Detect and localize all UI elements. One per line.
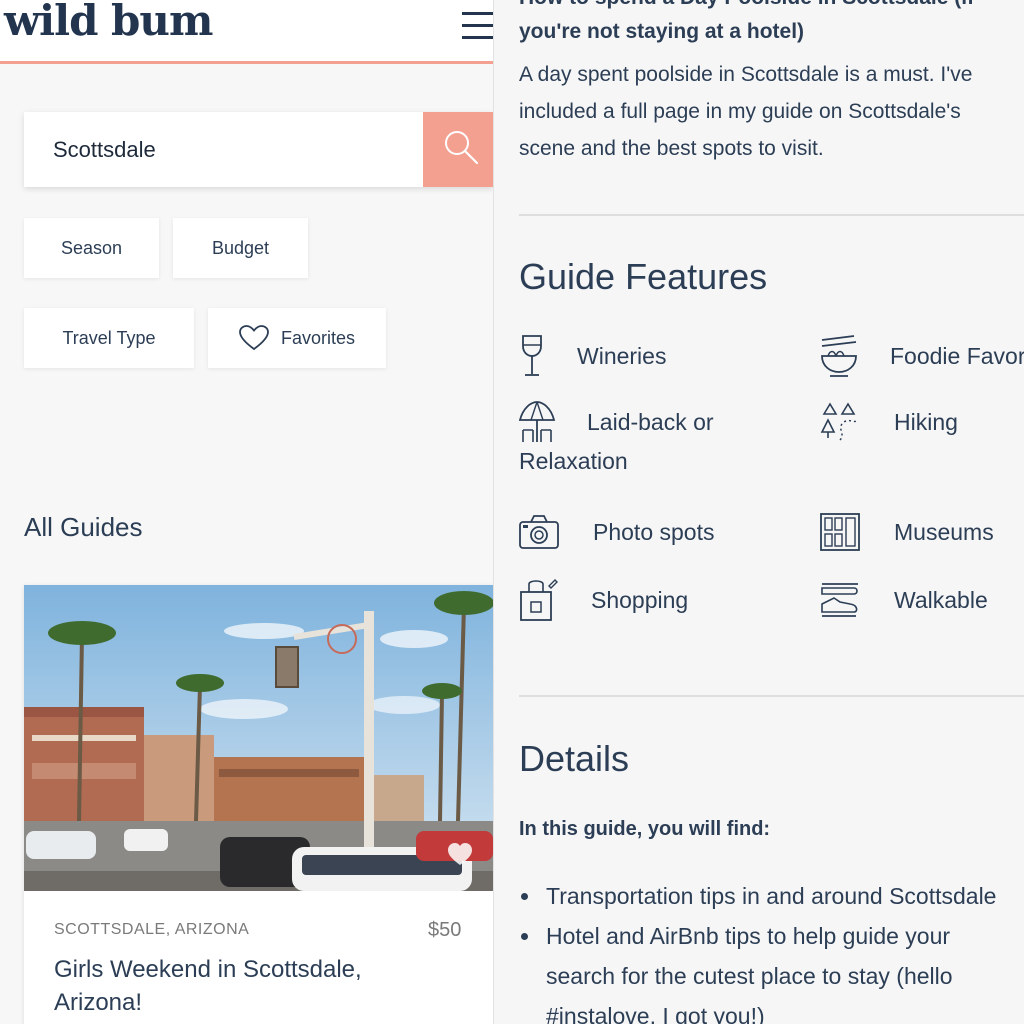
site-logo[interactable]: wild bum xyxy=(4,0,213,45)
left-panel: wild bum Season Budget Travel Type Favor… xyxy=(0,0,493,1024)
feature-foodie-label: Foodie Favorites xyxy=(890,342,1024,369)
camera-icon xyxy=(519,515,559,549)
hamburger-menu-icon[interactable] xyxy=(462,12,493,39)
search-button[interactable] xyxy=(423,112,493,187)
travel-type-filter-button[interactable]: Travel Type xyxy=(24,308,194,368)
section-divider xyxy=(519,214,1024,216)
details-bullet-item: Hotel and AirBnb tips to help guide your… xyxy=(519,916,1024,1024)
details-heading: Details xyxy=(519,738,630,779)
search-icon xyxy=(445,131,479,165)
feature-laid-back: Laid-back or xyxy=(519,400,714,444)
details-bullet-list: Transportation tips in and around Scotts… xyxy=(519,876,1024,1024)
wine-glass-icon xyxy=(522,335,542,376)
intro-paragraph: A day spent poolside in Scottsdale is a … xyxy=(519,63,973,160)
site-header: wild bum xyxy=(0,0,493,64)
heart-icon xyxy=(239,325,269,351)
favorites-filter-button[interactable]: Favorites xyxy=(208,308,386,368)
budget-filter-label: Budget xyxy=(211,237,270,258)
intro-heading-tail: you're not staying at a hotel) xyxy=(519,20,805,43)
hiking-trail-icon xyxy=(820,402,859,441)
feature-shopping: Shopping xyxy=(519,578,688,622)
feature-wineries-label: Wineries xyxy=(577,342,667,369)
feature-foodie-favorites: Foodie Favorites xyxy=(820,334,1024,378)
feature-photo-spots-label: Photo spots xyxy=(593,518,715,545)
travel-type-filter-label: Travel Type xyxy=(62,327,156,348)
section-divider xyxy=(519,695,1024,697)
feature-wineries: Wineries xyxy=(519,334,666,378)
details-bullet-item: Transportation tips in and around Scotts… xyxy=(519,876,1024,916)
feature-hiking: Hiking xyxy=(820,400,958,444)
guide-card-title[interactable]: Girls Weekend in Scottsdale, Arizona! xyxy=(54,953,454,1019)
budget-filter-button[interactable]: Budget xyxy=(173,218,308,278)
favorites-filter-label: Favorites xyxy=(280,327,356,348)
guide-card-location: SCOTTSDALE, ARIZONA xyxy=(54,921,250,938)
guide-card-price: $50 xyxy=(428,919,462,941)
guide-card[interactable]: SCOTTSDALE, ARIZONA $50 Girls Weekend in… xyxy=(24,585,493,1024)
right-panel: How to spend a Day Poolside in Scottsdal… xyxy=(493,0,1024,1024)
feature-museums: Museums xyxy=(820,510,994,554)
feature-museums-label: Museums xyxy=(894,518,994,545)
feature-walkable-label: Walkable xyxy=(894,586,988,613)
guide-features-heading: Guide Features xyxy=(519,256,768,297)
beach-umbrella-icon xyxy=(519,401,556,442)
museum-icon xyxy=(820,513,860,551)
season-filter-label: Season xyxy=(60,237,123,258)
feature-photo-spots: Photo spots xyxy=(519,510,714,554)
details-lead: In this guide, you will find: xyxy=(519,818,771,840)
season-filter-button[interactable]: Season xyxy=(24,218,159,278)
intro-heading-cut: How to spend a Day Poolside in Scottsdal… xyxy=(519,0,974,10)
feature-shopping-label: Shopping xyxy=(591,586,689,613)
search-bar xyxy=(24,112,493,187)
feature-hiking-label: Hiking xyxy=(894,408,958,435)
noodle-bowl-icon xyxy=(821,335,857,377)
search-input[interactable] xyxy=(24,112,423,187)
sneaker-icon xyxy=(821,583,858,617)
guide-card-photo xyxy=(24,585,493,891)
feature-walkable: Walkable xyxy=(820,578,988,622)
feature-laid-back-label-line2: Relaxation xyxy=(519,448,628,474)
feature-laid-back-line2: Relaxation xyxy=(519,448,628,475)
all-guides-heading: All Guides xyxy=(24,512,143,542)
feature-laid-back-label: Laid-back or xyxy=(587,408,714,435)
shopping-bag-icon xyxy=(520,579,558,621)
